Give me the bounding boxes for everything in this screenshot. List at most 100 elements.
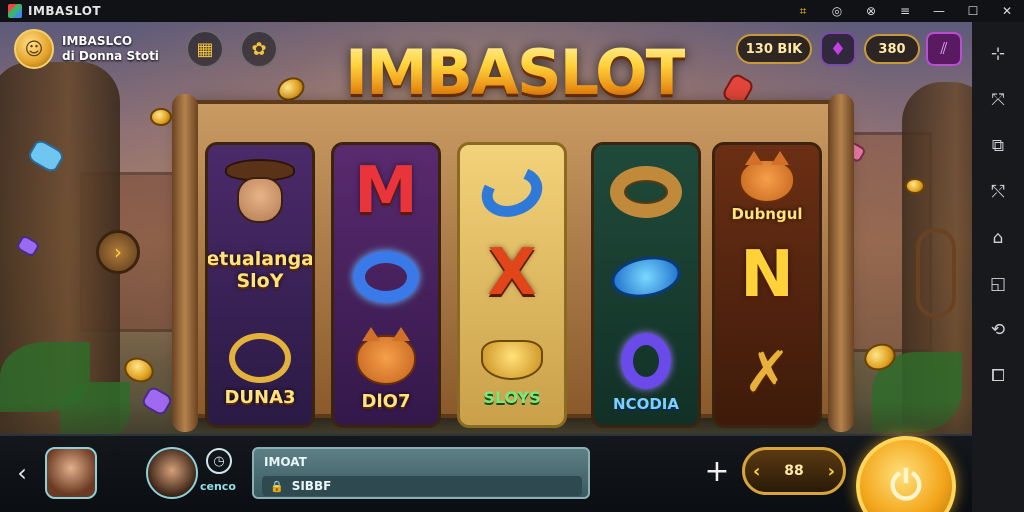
emulator-window: IMBASLOT ⌗ ◎ ⊗ ≡ — ☐ ✕ ☺ IMBASLCO di Don… [0, 0, 1024, 512]
info-field[interactable]: 🔒 SIBBF [262, 476, 582, 496]
menu-icon: ⫽ [940, 39, 948, 58]
player-avatar[interactable]: ☺ [14, 29, 54, 69]
coin-balance[interactable]: 130 BIK [736, 34, 812, 64]
gem-icon: ♦ [829, 38, 847, 60]
player-subtitle: di Donna Stoti [62, 49, 159, 63]
spin-button[interactable]: ⏻ [856, 436, 956, 512]
increase-bet-button[interactable]: + [700, 453, 734, 489]
reel-1-title: Petualangan SloY [206, 248, 314, 292]
reel-4: NCODIA [591, 142, 701, 428]
maximize-icon[interactable]: ☐ [956, 0, 990, 22]
crossed-swords-symbol: ✗ [715, 321, 819, 425]
frame-pole-left [172, 94, 198, 432]
purple-ring-icon [621, 333, 671, 389]
lock-icon: 🔒 [270, 479, 284, 493]
bet-value: 88 [784, 463, 804, 479]
reel-1: Petualangan SloY DUNA3 [205, 142, 315, 428]
crossed-swords-icon: ✗ [743, 340, 791, 405]
score-value: 380 [878, 41, 906, 57]
tiger-symbol: Dubngul [715, 149, 819, 233]
sidebar-screenshot-icon[interactable]: ⧉ [980, 128, 1016, 164]
crescent-icon [474, 158, 550, 226]
letter-n: N [740, 238, 794, 312]
cat-symbol: DlO7 [334, 321, 438, 425]
back-button[interactable]: ‹ [10, 458, 34, 488]
player-info: IMBASLCO di Donna Stoti [62, 34, 159, 64]
calendar-button[interactable]: ▦ [186, 30, 224, 68]
previous-arrow-button[interactable]: › [96, 230, 140, 274]
friend-avatar[interactable] [45, 447, 97, 499]
character-label: cenco [200, 480, 236, 493]
sidebar-back-icon[interactable]: ⟲ [980, 312, 1016, 348]
game-logo: IMBASLOT [345, 36, 688, 109]
sidebar-recent-apps-icon[interactable]: ◱ [980, 266, 1016, 302]
blue-crescent-symbol [460, 153, 564, 231]
info-panel[interactable]: IMOAT 🔒 SIBBF [252, 447, 590, 499]
coin-balance-value: 130 BIK [745, 41, 803, 57]
letter-o-symbol: NCODIA [594, 321, 698, 425]
letter-x: X [487, 236, 537, 310]
crossed-tools-icon [229, 332, 291, 383]
frame-pole-right [828, 94, 854, 432]
treasure-pot-symbol: SLOYS [460, 321, 564, 425]
treasure-pot-icon [481, 339, 543, 380]
score-display: 380 [864, 34, 920, 64]
cowboy-symbol [208, 149, 312, 233]
plus-icon: + [704, 453, 730, 489]
reel-3: X SLOYS [457, 142, 567, 428]
sidebar-rotate-icon[interactable]: ⤲ [980, 174, 1016, 210]
account-icon[interactable]: ◎ [820, 0, 854, 22]
sidebar-more-icon[interactable]: ⧠ [980, 358, 1016, 394]
reel-5-top-caption: Dubngul [731, 205, 803, 223]
letter-x-symbol: X [460, 233, 564, 313]
blue-ring-symbol [334, 237, 438, 317]
blue-disc-symbol [594, 237, 698, 317]
chevron-left-icon: ‹ [17, 459, 27, 487]
game-menu-button[interactable]: ⫽ [926, 32, 962, 66]
calendar-icon: ▦ [196, 38, 214, 60]
reel-3-bottom-caption: SLOYS [483, 387, 541, 407]
window-title: IMBASLOT [28, 4, 102, 18]
app-icon [8, 4, 22, 18]
cat-icon [356, 326, 416, 385]
gear-icon: ✿ [251, 38, 267, 60]
reel-1-bottom-caption: DUNA3 [224, 386, 296, 408]
bet-decrease-icon[interactable]: ‹ [753, 461, 760, 482]
wooden-ring-symbol [594, 151, 698, 233]
rope-knot-decoration [916, 228, 956, 318]
floating-coin-icon [150, 108, 172, 126]
character-avatar[interactable] [146, 447, 198, 499]
notification-icon[interactable]: ⌗ [786, 0, 820, 22]
reel-5: Dubngul N ✗ [712, 142, 822, 428]
menu-icon[interactable]: ≡ [888, 0, 922, 22]
floating-coin-icon [905, 178, 925, 194]
sidebar-multi-instance-icon[interactable]: ⊹ [980, 36, 1016, 72]
sidebar-home-icon[interactable]: ⌂ [980, 220, 1016, 256]
blue-ring-icon [353, 251, 419, 303]
bet-selector[interactable]: ‹ 88 › [742, 447, 846, 495]
emulator-sidebar: ⊹ ⤧ ⧉ ⤲ ⌂ ◱ ⟲ ⧠ [972, 22, 1024, 512]
player-profile[interactable]: ☺ IMBASLCO di Donna Stoti [14, 29, 159, 69]
letter-m-symbol: M [334, 151, 438, 231]
settings-icon[interactable]: ⊗ [854, 0, 888, 22]
wooden-ring-icon [610, 166, 682, 218]
clock-icon[interactable]: ◷ [206, 448, 232, 474]
cowboy-face-icon [237, 177, 283, 223]
bet-increase-icon[interactable]: › [828, 461, 835, 482]
window-controls: ⌗ ◎ ⊗ ≡ — ☐ ✕ [786, 0, 1024, 22]
gem-shop-button[interactable]: ♦ [820, 32, 856, 66]
minimize-icon[interactable]: — [922, 0, 956, 22]
player-name: IMBASLCO [62, 34, 133, 48]
window-titlebar: IMBASLOT ⌗ ◎ ⊗ ≡ — ☐ ✕ [0, 0, 1024, 22]
reel-2: M DlO7 [331, 142, 441, 428]
chevron-right-icon: › [114, 240, 122, 264]
settings-button[interactable]: ✿ [240, 30, 278, 68]
tiger-icon [739, 151, 795, 203]
reel-1-title-symbol: Petualangan SloY [208, 235, 312, 305]
close-icon[interactable]: ✕ [990, 0, 1024, 22]
info-title: IMOAT [264, 455, 307, 469]
blue-disc-icon [608, 251, 684, 303]
info-field-value: SIBBF [291, 479, 332, 493]
sidebar-macro-icon[interactable]: ⤧ [980, 82, 1016, 118]
power-icon: ⏻ [890, 463, 922, 509]
